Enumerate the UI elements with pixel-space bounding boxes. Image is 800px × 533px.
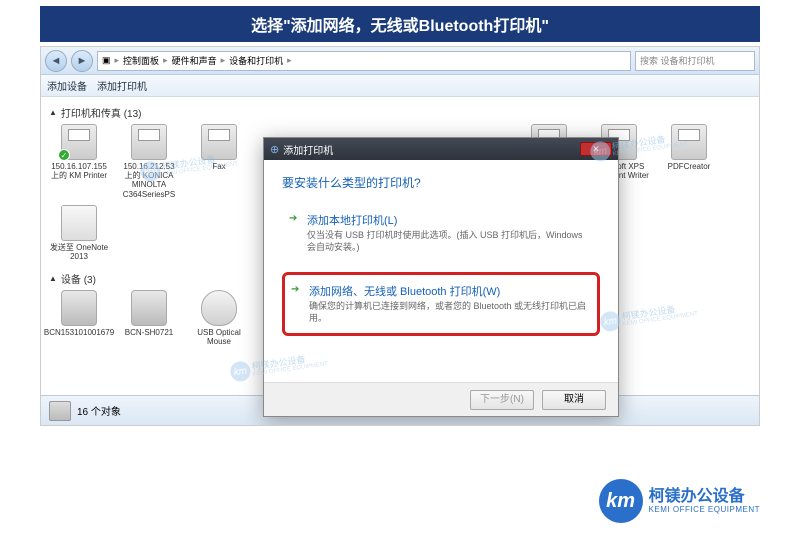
breadcrumb-sep: ▸	[115, 55, 120, 66]
printer-item[interactable]: Fax	[189, 124, 249, 199]
cancel-button[interactable]: 取消	[542, 390, 606, 410]
add-local-printer-option[interactable]: ➔ 添加本地打印机(L) 仅当没有 USB 打印机时使用此选项。(插入 USB …	[282, 203, 600, 262]
brand-name-en: KEMI OFFICE EQUIPMENT	[649, 505, 760, 514]
printers-section-header[interactable]: ▲ 打印机和传真 (13)	[49, 105, 751, 120]
device-item[interactable]: BCN153101001679	[49, 290, 109, 346]
device-item[interactable]: BCN-SH0721	[119, 290, 179, 346]
item-count: 16 个对象	[77, 403, 121, 418]
arrow-icon: ➔	[291, 284, 299, 295]
brand-footer: km 柯镁办公设备 KEMI OFFICE EQUIPMENT	[599, 479, 760, 523]
breadcrumb-item[interactable]: 设备和打印机	[229, 54, 283, 67]
search-input[interactable]: 搜索 设备和打印机	[635, 51, 755, 71]
collapse-icon: ▲	[49, 274, 57, 283]
option-desc: 确保您的计算机已连接到网络，或者您的 Bluetooth 或无线打印机已启用。	[309, 301, 587, 324]
add-network-printer-option[interactable]: ➔ 添加网络、无线或 Bluetooth 打印机(W) 确保您的计算机已连接到网…	[282, 272, 600, 335]
printer-icon: ⊕	[270, 143, 279, 156]
option-title: 添加网络、无线或 Bluetooth 打印机(W)	[309, 283, 587, 299]
printer-item[interactable]: ✓150.16.107.155 上的 KM Printer	[49, 124, 109, 199]
option-title: 添加本地打印机(L)	[307, 212, 589, 228]
explorer-window: ◄ ► ▣ ▸ 控制面板 ▸ 硬件和声音 ▸ 设备和打印机 ▸ 搜索 设备和打印…	[40, 46, 760, 426]
forward-button[interactable]: ►	[71, 50, 93, 72]
folder-icon: ▣	[102, 55, 111, 66]
toolbar: 添加设备 添加打印机	[41, 75, 759, 97]
dialog-footer: 下一步(N) 取消	[264, 382, 618, 416]
brand-logo: km	[599, 479, 643, 523]
dialog-titlebar[interactable]: ⊕ 添加打印机 ✕	[264, 138, 618, 160]
printer-item[interactable]: 发送至 OneNote 2013	[49, 205, 109, 261]
breadcrumb[interactable]: ▣ ▸ 控制面板 ▸ 硬件和声音 ▸ 设备和打印机 ▸	[97, 51, 631, 71]
back-button[interactable]: ◄	[45, 50, 67, 72]
printer-icon	[49, 401, 71, 421]
dialog-body: 要安装什么类型的打印机? ➔ 添加本地打印机(L) 仅当没有 USB 打印机时使…	[264, 160, 618, 360]
printer-item[interactable]: 150.16.212.53 上的 KONICA MINOLTA C364Seri…	[119, 124, 179, 199]
printer-item[interactable]: PDFCreator	[659, 124, 719, 199]
explorer-titlebar: ◄ ► ▣ ▸ 控制面板 ▸ 硬件和声音 ▸ 设备和打印机 ▸ 搜索 设备和打印…	[41, 47, 759, 75]
add-device-button[interactable]: 添加设备	[47, 78, 87, 93]
arrow-icon: ➔	[289, 213, 297, 224]
dialog-question: 要安装什么类型的打印机?	[282, 174, 600, 191]
device-item[interactable]: USB Optical Mouse	[189, 290, 249, 346]
slide-title: 选择"添加网络，无线或Bluetooth打印机"	[40, 6, 760, 42]
add-printer-button[interactable]: 添加打印机	[97, 78, 147, 93]
dialog-title: 添加打印机	[283, 142, 333, 157]
breadcrumb-item[interactable]: 硬件和声音	[172, 54, 217, 67]
close-button[interactable]: ✕	[580, 142, 612, 156]
default-check-icon: ✓	[58, 149, 70, 161]
collapse-icon: ▲	[49, 108, 57, 117]
next-button[interactable]: 下一步(N)	[470, 390, 534, 410]
brand-name-cn: 柯镁办公设备	[649, 489, 760, 505]
add-printer-dialog: ⊕ 添加打印机 ✕ 要安装什么类型的打印机? ➔ 添加本地打印机(L) 仅当没有…	[263, 137, 619, 417]
breadcrumb-item[interactable]: 控制面板	[123, 54, 159, 67]
option-desc: 仅当没有 USB 打印机时使用此选项。(插入 USB 打印机后，Windows …	[307, 230, 589, 253]
